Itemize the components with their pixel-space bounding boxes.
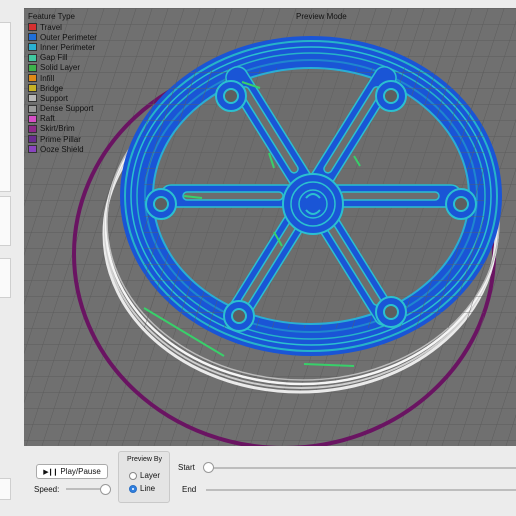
legend-swatch xyxy=(28,135,37,144)
legend-swatch xyxy=(28,84,37,93)
animation-controls: ▶❙❙ Play/Pause Speed: Preview By Layer L… xyxy=(24,448,516,508)
end-label: End xyxy=(182,485,197,494)
legend-item-skirt-brim: Skirt/Brim xyxy=(28,124,97,134)
radio-line[interactable] xyxy=(129,484,137,493)
legend-item-bridge: Bridge xyxy=(28,83,97,93)
legend-item-raft: Raft xyxy=(28,114,97,124)
start-slider[interactable] xyxy=(206,467,516,469)
preview-by-line-option[interactable]: Line xyxy=(129,484,155,493)
legend-item-travel: Travel xyxy=(28,22,97,32)
legend-label: Solid Layer xyxy=(40,63,81,73)
preview-canvas xyxy=(24,8,516,446)
wheel-hub xyxy=(282,173,344,235)
legend-item-gap-fill: Gap Fill xyxy=(28,53,97,63)
legend-label: Gap Fill xyxy=(40,53,68,63)
preview-mode-label: Preview Mode xyxy=(296,12,347,21)
legend-item-support: Support xyxy=(28,93,97,103)
legend-swatch xyxy=(28,94,37,103)
left-panel-field[interactable] xyxy=(0,478,11,500)
preview-by-group: Preview By Layer Line xyxy=(118,451,170,503)
legend-label: Prime Pillar xyxy=(40,134,81,144)
legend-swatch xyxy=(28,74,37,83)
legend-swatch xyxy=(28,43,37,52)
legend-item-solid-layer: Solid Layer xyxy=(28,63,97,73)
legend-swatch xyxy=(28,145,37,154)
start-label: Start xyxy=(178,463,195,472)
legend-item-inner-perimeter: Inner Perimeter xyxy=(28,42,97,52)
legend-label: Travel xyxy=(40,22,62,32)
legend-label: Raft xyxy=(40,114,55,124)
play-pause-icon: ▶❙❙ xyxy=(43,468,58,476)
speed-slider-thumb[interactable] xyxy=(100,484,111,495)
legend-label: Infill xyxy=(40,73,55,83)
preview-by-layer-option[interactable]: Layer xyxy=(129,471,160,480)
legend-swatch xyxy=(28,23,37,32)
legend-title: Feature Type xyxy=(28,12,75,21)
legend-swatch xyxy=(28,104,37,113)
legend-swatch xyxy=(28,63,37,72)
start-slider-thumb[interactable] xyxy=(203,462,214,473)
radio-layer[interactable] xyxy=(129,471,137,480)
legend-item-prime-pillar: Prime Pillar xyxy=(28,134,97,144)
legend-label: Skirt/Brim xyxy=(40,124,75,134)
left-panel-field[interactable] xyxy=(0,258,11,298)
legend-swatch xyxy=(28,33,37,42)
legend-item-outer-perimeter: Outer Perimeter xyxy=(28,32,97,42)
legend-item-dense-support: Dense Support xyxy=(28,104,97,114)
legend-label: Inner Perimeter xyxy=(40,42,96,52)
left-panel-field[interactable] xyxy=(0,22,11,192)
legend-label: Dense Support xyxy=(40,104,94,114)
legend-item-infill: Infill xyxy=(28,73,97,83)
radio-line-label: Line xyxy=(140,484,156,493)
legend-swatch xyxy=(28,53,37,62)
left-panel-field[interactable] xyxy=(0,196,11,246)
legend-label: Bridge xyxy=(40,83,64,93)
legend-swatch xyxy=(28,124,37,133)
feature-type-legend: Feature Type Travel Outer Perimeter Inne… xyxy=(28,12,97,154)
legend-item-ooze-shield: Ooze Shield xyxy=(28,144,97,154)
play-pause-label: Play/Pause xyxy=(60,467,101,476)
play-pause-button[interactable]: ▶❙❙ Play/Pause xyxy=(36,464,108,479)
speed-label: Speed: xyxy=(34,485,60,494)
legend-swatch xyxy=(28,114,37,123)
legend-label: Ooze Shield xyxy=(40,144,84,154)
legend-label: Outer Perimeter xyxy=(40,32,97,42)
preview-by-title: Preview By xyxy=(127,456,163,463)
preview-viewport[interactable]: Preview Mode Feature Type Travel Outer P… xyxy=(24,8,516,446)
end-slider[interactable] xyxy=(206,489,516,491)
legend-label: Support xyxy=(40,93,69,103)
left-panel xyxy=(0,0,22,516)
radio-layer-label: Layer xyxy=(140,471,161,480)
